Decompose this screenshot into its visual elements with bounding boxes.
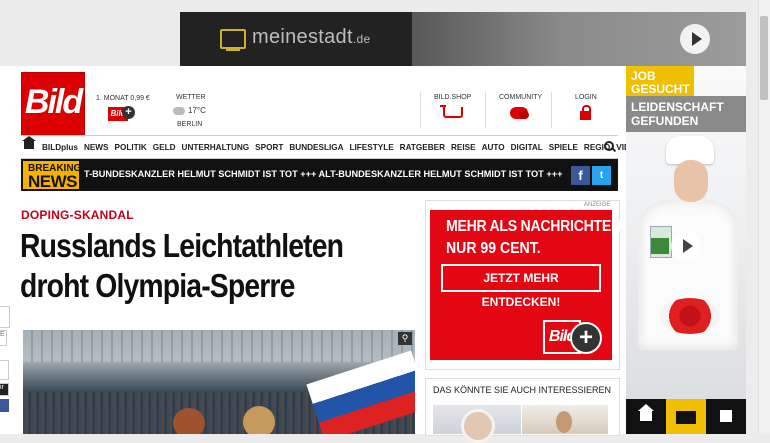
- home-tab[interactable]: [626, 399, 666, 434]
- briefcase-icon: [676, 411, 696, 424]
- person-photo: [556, 411, 572, 433]
- search-icon[interactable]: [604, 141, 614, 151]
- ad-yellow-banner: JOB GESUCHT: [626, 66, 694, 96]
- lock-icon[interactable]: [580, 111, 591, 120]
- ad-brand-name: meinestadt.de: [252, 26, 371, 48]
- shop-link[interactable]: BILD.SHOP: [434, 94, 471, 101]
- nav-item-lifestyle[interactable]: LIFESTYLE: [350, 143, 394, 152]
- login-link[interactable]: LOGIN: [575, 94, 597, 101]
- ad-video-area: [412, 12, 746, 66]
- nav-item-reise[interactable]: REISE: [451, 143, 476, 152]
- divider: [420, 92, 421, 128]
- nav-items: BILDplus NEWS POLITIK GELD UNTERHALTUNG SPORT…: [42, 136, 642, 158]
- ad-headline: MEHR ALS NACHRICHTEN!: [446, 218, 626, 235]
- breaking-news-bar[interactable]: BREAKING NEWS T-BUNDESKANZLER HELMUT SCH…: [21, 159, 618, 191]
- nav-item-sport[interactable]: SPORT: [255, 143, 283, 152]
- side-widget-button[interactable]: ir: [0, 383, 9, 396]
- glass-content: [651, 238, 669, 254]
- article-photo[interactable]: [23, 330, 415, 434]
- news-label: NEWS: [28, 172, 78, 191]
- breaking-news-badge: BREAKING NEWS: [23, 161, 81, 191]
- chef-face: [674, 160, 708, 202]
- ad-text: LEIDENSCHAFT: [631, 100, 724, 114]
- weather-temperature: 17°C: [188, 106, 206, 115]
- ad-label: ANZEIGE: [584, 202, 611, 208]
- cloud-icon: [173, 107, 185, 115]
- side-widget-field[interactable]: [0, 306, 10, 328]
- plus-icon: +: [122, 106, 135, 119]
- ad-text: JOB: [631, 69, 656, 83]
- ad-text: GEFUNDEN: [631, 114, 699, 128]
- divider: [551, 92, 552, 128]
- nav-item-spiele[interactable]: SPIELE: [549, 143, 578, 152]
- home-icon: [638, 404, 654, 421]
- nav-item-unterhaltung[interactable]: UNTERHALTUNG: [182, 143, 250, 152]
- community-link[interactable]: COMMUNITY: [499, 94, 542, 101]
- side-widget-label: E: [0, 330, 7, 346]
- bild-logo[interactable]: Bild: [21, 72, 85, 136]
- calendar-icon: [720, 410, 732, 422]
- athlete: [243, 406, 275, 434]
- scrollbar-thumb[interactable]: [760, 16, 768, 100]
- nav-item-digital[interactable]: DIGITAL: [511, 143, 543, 152]
- bildplus-offer-text[interactable]: 1. MONAT 0,99 €: [96, 95, 150, 102]
- athlete: [173, 408, 205, 434]
- play-icon[interactable]: [671, 231, 701, 261]
- article-kicker[interactable]: DOPING-SKANDAL: [21, 208, 134, 222]
- nav-item-bildplus[interactable]: BILDplus: [42, 143, 78, 152]
- nav-item-auto[interactable]: AUTO: [482, 143, 505, 152]
- related-articles-title: DAS KÖNNTE SIE AUCH INTERESSIEREN: [433, 385, 612, 395]
- plus-icon: +: [570, 322, 602, 354]
- ad-price: NUR 99 CENT.: [446, 240, 541, 257]
- jobs-tab[interactable]: [666, 399, 706, 434]
- zoom-icon[interactable]: ⚲: [398, 332, 412, 345]
- ad-cta-label: JETZT MEHR ENTDECKEN!: [443, 266, 599, 309]
- stadium-roof: [23, 330, 415, 362]
- calendar-tab[interactable]: [706, 399, 746, 434]
- side-widget-field[interactable]: [0, 360, 9, 380]
- nav-item-bundesliga[interactable]: BUNDESLIGA: [289, 143, 343, 152]
- news-ticker[interactable]: T-BUNDESKANZLER HELMUT SCHMIDT IST TOT +…: [84, 169, 564, 179]
- nav-item-ratgeber[interactable]: RATGEBER: [400, 143, 445, 152]
- main-navigation: BILDplus NEWS POLITIK GELD UNTERHALTUNG SPORT…: [21, 135, 642, 159]
- ad-text: GESUCHT: [631, 82, 690, 96]
- nav-item-news[interactable]: NEWS: [84, 143, 109, 152]
- facebook-icon[interactable]: f: [571, 166, 590, 185]
- related-article-thumbnail[interactable]: [522, 405, 608, 434]
- twitter-icon[interactable]: t: [592, 166, 611, 185]
- home-icon[interactable]: [22, 136, 36, 149]
- play-icon[interactable]: [680, 24, 710, 54]
- ad-cta-button[interactable]: JETZT MEHR ENTDECKEN!: [441, 264, 601, 309]
- tv-stand-icon: [226, 48, 240, 51]
- top-banner-ad[interactable]: meinestadt.de: [180, 12, 746, 66]
- article-headline[interactable]: Russlands Leichtathleten droht Olympia-S…: [20, 226, 364, 306]
- skyscraper-ad[interactable]: JOB GESUCHT LEIDENSCHAFT GEFUNDEN: [626, 66, 746, 434]
- weather-label[interactable]: WETTER: [176, 94, 206, 101]
- ad-tab-bar: [626, 399, 746, 434]
- weather-city: BERLIN: [177, 121, 203, 128]
- divider: [485, 92, 486, 128]
- meinestadt-ad-brand-panel: meinestadt.de: [180, 12, 412, 66]
- related-article-thumbnail[interactable]: [433, 405, 521, 443]
- tv-icon: [220, 29, 246, 49]
- cart-icon[interactable]: [443, 107, 463, 118]
- side-widget-facebook-button[interactable]: [0, 399, 9, 412]
- nav-item-geld[interactable]: GELD: [153, 143, 176, 152]
- person-photo: [461, 409, 495, 443]
- berry-bowl: [660, 298, 720, 334]
- chat-bubble-icon-back: [519, 111, 529, 119]
- nav-item-politik[interactable]: POLITIK: [115, 143, 147, 152]
